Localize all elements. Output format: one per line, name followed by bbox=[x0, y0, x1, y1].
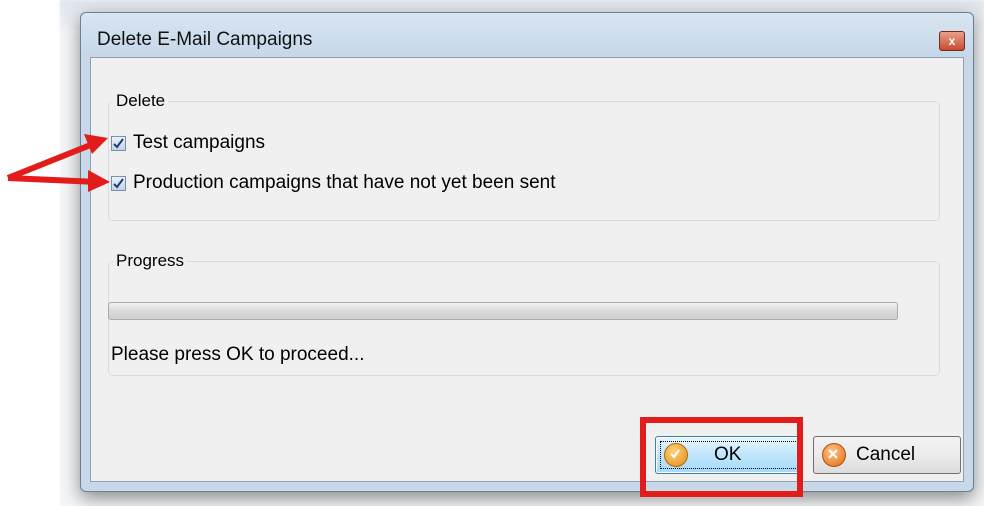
dialog-titlebar[interactable]: Delete E-Mail Campaigns x bbox=[81, 13, 973, 57]
progress-status-text: Please press OK to proceed... bbox=[111, 344, 365, 365]
checkmark-icon bbox=[113, 177, 124, 189]
cancel-button[interactable]: Cancel bbox=[813, 436, 961, 474]
cancel-button-label: Cancel bbox=[856, 444, 916, 465]
delete-groupbox bbox=[108, 101, 940, 221]
progress-group-label: Progress bbox=[113, 251, 188, 271]
ok-button-label: OK bbox=[714, 444, 742, 465]
close-icon: x bbox=[948, 34, 956, 48]
production-campaigns-label: Production campaigns that have not yet b… bbox=[133, 172, 556, 193]
production-campaigns-option[interactable]: Production campaigns that have not yet b… bbox=[111, 172, 556, 194]
close-button[interactable]: x bbox=[939, 31, 965, 51]
checkmark-icon bbox=[113, 137, 124, 149]
delete-group-label: Delete bbox=[113, 91, 169, 111]
test-campaigns-option[interactable]: Test campaigns bbox=[111, 132, 265, 154]
dialog-body: Delete Test campaigns Production campaig… bbox=[90, 57, 964, 482]
test-campaigns-checkbox[interactable] bbox=[111, 135, 126, 151]
test-campaigns-label: Test campaigns bbox=[133, 132, 266, 153]
ok-button[interactable]: OK bbox=[655, 436, 803, 474]
production-campaigns-checkbox[interactable] bbox=[111, 175, 126, 191]
check-circle-icon bbox=[664, 443, 688, 467]
x-circle-icon bbox=[822, 443, 846, 467]
dialog-title: Delete E-Mail Campaigns bbox=[97, 29, 313, 50]
delete-campaigns-dialog: Delete E-Mail Campaigns x Delete Test ca… bbox=[80, 12, 974, 492]
progress-bar bbox=[108, 302, 898, 320]
